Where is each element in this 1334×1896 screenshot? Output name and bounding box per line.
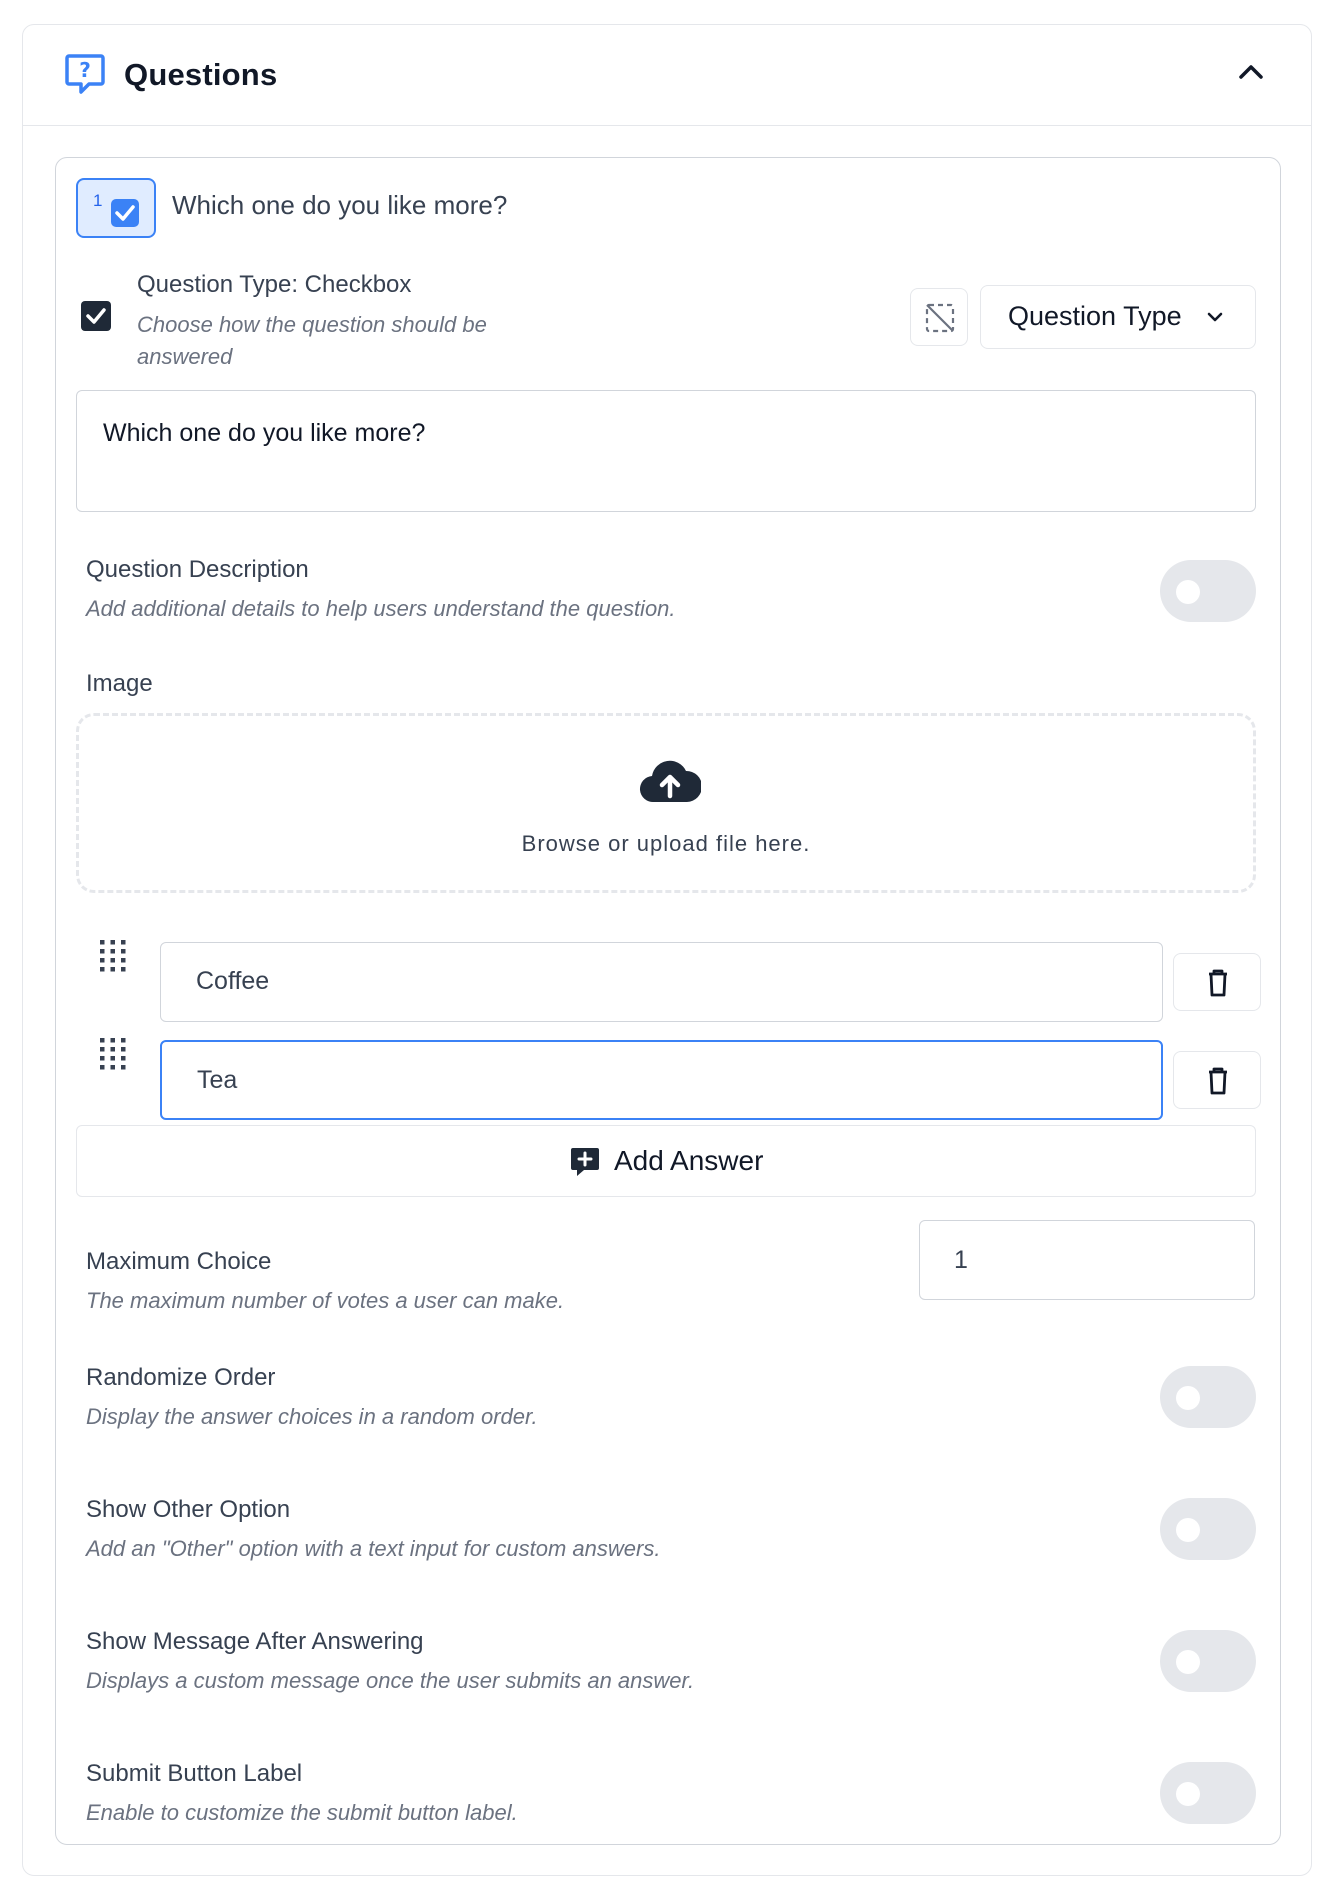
question-type-dropdown[interactable]: Question Type xyxy=(980,285,1256,349)
question-type-label: Question Type: Checkbox xyxy=(137,271,412,298)
add-answer-button[interactable]: Add Answer xyxy=(76,1125,1256,1197)
panel-header: ? Questions xyxy=(23,25,1311,126)
panel-title: Questions xyxy=(124,57,278,92)
answer-input-2[interactable]: Tea xyxy=(160,1040,1163,1120)
cloud-upload-icon xyxy=(640,760,701,803)
image-label: Image xyxy=(86,670,153,697)
hide-image-button[interactable] xyxy=(910,288,968,346)
add-comment-icon xyxy=(571,1148,599,1176)
drag-handle-icon[interactable] xyxy=(98,1036,128,1070)
question-type-help: Choose how the question should be answer… xyxy=(137,312,487,369)
question-chat-icon: ? xyxy=(65,54,105,94)
drag-handle-icon[interactable] xyxy=(98,938,128,972)
max-choice-input[interactable]: 1 xyxy=(919,1220,1255,1300)
add-answer-label: Add Answer xyxy=(614,1145,764,1176)
delete-answer-button-2[interactable] xyxy=(1173,1051,1261,1109)
upload-text: Browse or upload file here. xyxy=(521,831,811,856)
max-choice-title: Maximum Choice xyxy=(86,1248,272,1275)
question-type-dropdown-label: Question Type xyxy=(1008,301,1182,331)
show-message-toggle[interactable] xyxy=(1160,1630,1256,1692)
show-other-option-help: Add an "Other" option with a text input … xyxy=(86,1536,661,1561)
max-choice-help: The maximum number of votes a user can m… xyxy=(86,1288,565,1313)
submit-button-label-toggle[interactable] xyxy=(1160,1762,1256,1824)
question-card: 1 Which one do you like more? Question T… xyxy=(55,157,1281,1845)
show-message-title: Show Message After Answering xyxy=(86,1628,424,1655)
question-text-value: Which one do you like more? xyxy=(103,419,426,447)
show-message-help: Displays a custom message once the user … xyxy=(86,1668,695,1693)
answer-value-2: Tea xyxy=(197,1066,238,1094)
trash-icon xyxy=(1209,1067,1227,1095)
question-title: Which one do you like more? xyxy=(172,190,508,220)
randomize-order-help: Display the answer choices in a random o… xyxy=(86,1404,538,1429)
description-help: Add additional details to help users und… xyxy=(86,596,676,621)
image-off-icon xyxy=(925,303,955,333)
question-number-badge[interactable]: 1 xyxy=(76,178,156,238)
checkbox-type-icon xyxy=(81,301,111,331)
answer-input-1[interactable]: Coffee xyxy=(160,942,1163,1022)
questions-panel: ? Questions 1 Which one do you like more… xyxy=(22,24,1312,1876)
randomize-order-toggle[interactable] xyxy=(1160,1366,1256,1428)
max-choice-value: 1 xyxy=(954,1246,968,1274)
chevron-up-icon[interactable] xyxy=(1237,62,1265,82)
delete-answer-button-1[interactable] xyxy=(1173,953,1261,1011)
question-number: 1 xyxy=(93,191,103,210)
question-text-input[interactable]: Which one do you like more? xyxy=(76,390,1256,512)
description-toggle[interactable] xyxy=(1160,560,1256,622)
show-other-option-title: Show Other Option xyxy=(86,1496,291,1523)
answer-value-1: Coffee xyxy=(196,967,270,995)
description-title: Question Description xyxy=(86,556,309,583)
submit-button-label-help: Enable to customize the submit button la… xyxy=(86,1800,518,1825)
chevron-down-icon xyxy=(1207,312,1223,322)
show-other-option-toggle[interactable] xyxy=(1160,1498,1256,1560)
image-upload-dropzone[interactable]: Browse or upload file here. xyxy=(76,713,1256,893)
svg-text:?: ? xyxy=(79,58,91,82)
checkmark-icon xyxy=(111,199,139,227)
trash-icon xyxy=(1209,969,1227,997)
randomize-order-title: Randomize Order xyxy=(86,1364,276,1391)
submit-button-label-title: Submit Button Label xyxy=(86,1760,303,1787)
